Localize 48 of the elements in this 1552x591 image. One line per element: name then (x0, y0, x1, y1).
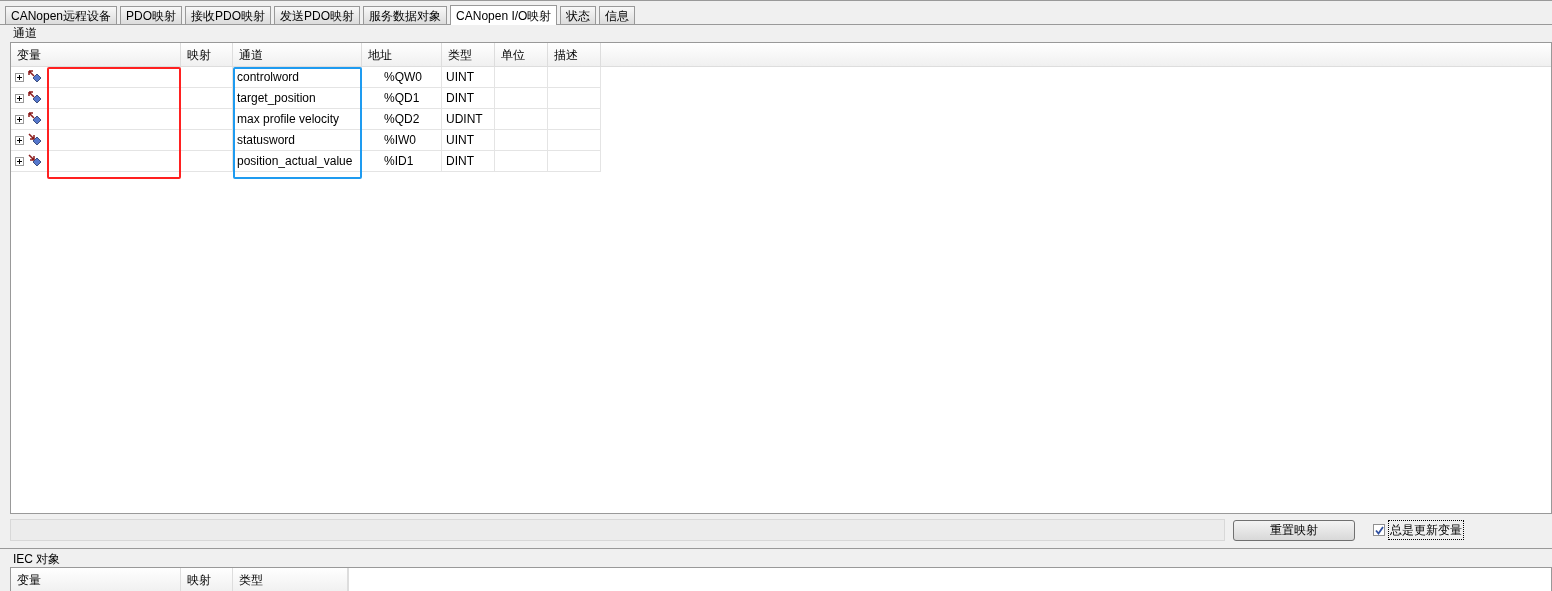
section-title: IEC 对象 (12, 551, 62, 567)
tab[interactable]: PDO映射 (120, 6, 183, 24)
table-cell-text: target_position (237, 90, 316, 107)
column-header[interactable]: 类型 (233, 568, 348, 591)
tab[interactable]: 状态 (560, 6, 597, 24)
table-cell-text: controlword (237, 69, 300, 86)
tab[interactable]: CANopen远程设备 (5, 6, 118, 24)
table-cell-text: %QD1 (383, 90, 420, 107)
table-cell-text: UINT (446, 132, 474, 149)
output-variable-icon (28, 112, 42, 126)
column-header[interactable]: 单位 (495, 43, 548, 66)
expand-icon[interactable] (15, 135, 24, 145)
table-cell-text: position_actual_value (237, 153, 353, 170)
table-cell-text: %ID1 (383, 153, 414, 170)
input-variable-icon (28, 154, 42, 168)
table-cell-text: %QD2 (383, 111, 420, 128)
tab[interactable]: 服务数据对象 (363, 6, 448, 24)
column-header[interactable]: 映射 (181, 568, 233, 591)
column-header[interactable]: 地址 (362, 43, 442, 66)
output-variable-icon (28, 70, 42, 84)
column-header[interactable]: 通道 (233, 43, 362, 66)
section-title: 通道 (12, 25, 38, 42)
expand-icon[interactable] (15, 93, 24, 103)
tab[interactable]: CANopen I/O映射 (450, 5, 558, 25)
table-cell-text: DINT (446, 153, 474, 170)
column-header[interactable]: 变量 (11, 568, 181, 591)
tab[interactable]: 接收PDO映射 (185, 6, 272, 24)
expand-icon[interactable] (15, 156, 24, 166)
tab[interactable]: 信息 (599, 6, 636, 24)
column-header[interactable]: 类型 (442, 43, 495, 66)
column-header[interactable]: 描述 (548, 43, 601, 66)
tab[interactable]: 发送PDO映射 (274, 6, 361, 24)
table-cell-text: UINT (446, 69, 474, 86)
table-cell-text: DINT (446, 90, 474, 107)
expand-icon[interactable] (15, 72, 24, 82)
table-cell-text: UDINT (446, 111, 483, 128)
column-header[interactable]: 映射 (181, 43, 233, 66)
checkbox[interactable] (1373, 524, 1385, 536)
table-cell-text: statusword (237, 132, 296, 149)
expand-icon[interactable] (15, 114, 24, 124)
table-cell-text: max profile velocity (237, 111, 340, 128)
checkbox-label[interactable]: 总是更新变量 (1388, 520, 1464, 540)
reset-mapping-button[interactable]: 重置映射 (1233, 519, 1355, 541)
column-header[interactable]: 变量 (11, 43, 181, 66)
output-variable-icon (28, 91, 42, 105)
input-variable-icon (28, 133, 42, 147)
table-cell-text: %IW0 (383, 132, 416, 149)
table-cell-text: %QW0 (383, 69, 422, 86)
